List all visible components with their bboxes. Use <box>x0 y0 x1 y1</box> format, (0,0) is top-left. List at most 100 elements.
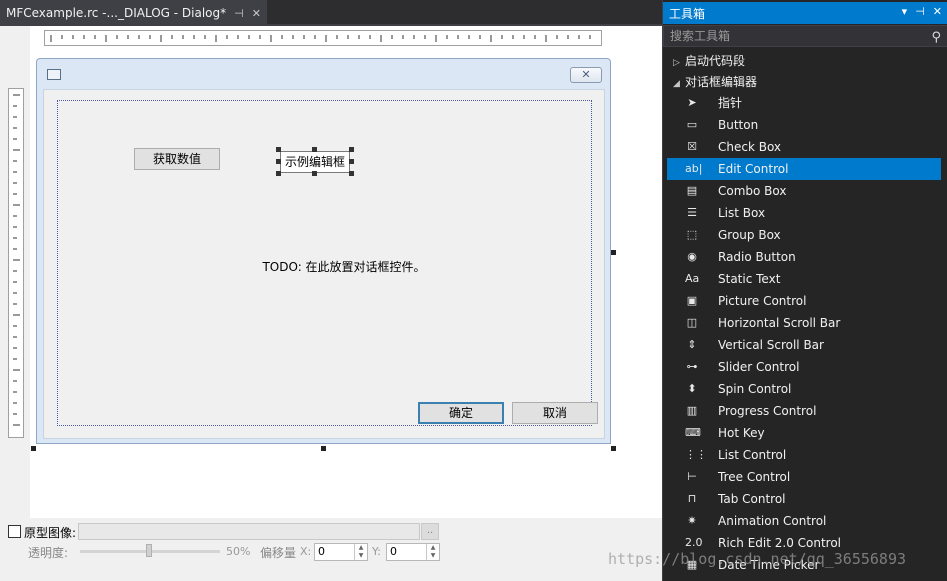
dialog-close-button[interactable]: ✕ <box>570 67 602 83</box>
close-icon[interactable]: ✕ <box>252 7 261 20</box>
ok-button[interactable]: 确定 <box>418 402 504 424</box>
toolbox-item-label: Horizontal Scroll Bar <box>718 316 841 330</box>
pointer-icon: ➤ <box>687 96 697 109</box>
resize-handle[interactable] <box>276 147 281 152</box>
toolbox-item-label: Vertical Scroll Bar <box>718 338 824 352</box>
edit-control-icon: ab| <box>685 162 703 175</box>
button-icon: ▭ <box>686 118 698 131</box>
toolbox-item-label: Picture Control <box>718 294 807 308</box>
toolbox-item[interactable]: ➤ 指针 <box>667 92 941 114</box>
toolbox-item[interactable]: ⬚ Group Box <box>667 224 941 246</box>
toolbox-item[interactable]: ◫ Horizontal Scroll Bar <box>667 312 941 334</box>
sample-edit-control[interactable]: 示例编辑框 <box>280 151 350 173</box>
toolbox-item[interactable]: ▣ Picture Control <box>667 290 941 312</box>
resize-handle[interactable] <box>276 171 281 176</box>
opacity-label: 透明度: <box>28 546 69 560</box>
prototype-image-panel: 原型图像: .. 透明度: 50% 偏移量 X: 0 ▲ ▼ Y: 0 ▲ ▼ <box>0 518 662 581</box>
x-offset-value: 0 <box>318 545 325 558</box>
dialog-resize-handle[interactable] <box>611 446 616 451</box>
toolbox-item-label: Slider Control <box>718 360 800 374</box>
toolbox-item[interactable]: ⊓ Tab Control <box>667 488 941 510</box>
toolbox-item-label: List Box <box>718 206 766 220</box>
toolbox-item[interactable]: ⬍ Spin Control <box>667 378 941 400</box>
get-value-button[interactable]: 获取数值 <box>134 148 220 170</box>
picture-control-icon: ▣ <box>686 294 698 307</box>
dialog-resize-handle[interactable] <box>321 446 326 451</box>
y-offset-spinner[interactable]: ▲ ▼ <box>426 544 439 560</box>
group-label: 启动代码段 <box>685 54 746 68</box>
cancel-button[interactable]: 取消 <box>512 402 598 424</box>
document-tab[interactable]: MFCexample.rc -..._DIALOG - Dialog* ⊣ ✕ <box>0 0 267 24</box>
rich-edit-icon: 2.0 <box>685 536 703 549</box>
group-box-icon: ⬚ <box>686 228 698 241</box>
toolbox-item[interactable]: ab| Edit Control <box>667 158 941 180</box>
group-dialog-editor[interactable]: ◢ 对话框编辑器 <box>663 71 947 93</box>
toolbox-item-label: Tree Control <box>718 470 791 484</box>
spin-icon: ⬍ <box>687 382 697 395</box>
progress-icon: ▥ <box>686 404 698 417</box>
y-offset-value: 0 <box>390 545 397 558</box>
toolbox-item-label: List Control <box>718 448 787 462</box>
resize-handle[interactable] <box>312 171 317 176</box>
combo-box-icon: ▤ <box>686 184 698 197</box>
toolbox-item[interactable]: ▭ Button <box>667 114 941 136</box>
hscroll-icon: ◫ <box>686 316 698 329</box>
toolbox-item-label: Animation Control <box>718 514 827 528</box>
browse-button[interactable]: .. <box>421 523 439 540</box>
toolbox-item[interactable]: Aa Static Text <box>667 268 941 290</box>
tree-control-icon: ⊢ <box>687 470 697 483</box>
search-icon[interactable]: ⚲ <box>931 28 941 48</box>
pin-icon[interactable]: ⊣ <box>915 5 925 18</box>
toolbox-panel: 工具箱 ▾ ⊣ ✕ 搜索工具箱 ⚲ ▷ 启动代码段 ◢ 对话框编辑器 ➤ 指针 ▭ But… <box>662 0 947 581</box>
toolbox-item-label: Button <box>718 118 759 132</box>
list-control-icon: ⋮⋮ <box>685 448 707 461</box>
toolbox-item-label: Edit Control <box>718 162 789 176</box>
dialog-titlebar: ✕ <box>37 59 610 87</box>
opacity-slider-thumb[interactable] <box>146 544 152 557</box>
watermark: https://blog.csdn.net/qq_36556893 <box>608 550 907 568</box>
toolbox-item[interactable]: ⊢ Tree Control <box>667 466 941 488</box>
toolbox-item[interactable]: ⊶ Slider Control <box>667 356 941 378</box>
toolbox-item[interactable]: ⌨ Hot Key <box>667 422 941 444</box>
toolbox-search-input[interactable]: 搜索工具箱 ⚲ <box>663 25 947 47</box>
toolbox-item[interactable]: ⇕ Vertical Scroll Bar <box>667 334 941 356</box>
dialog-resize-handle[interactable] <box>611 250 616 255</box>
vertical-ruler[interactable] <box>8 88 24 438</box>
dropdown-icon[interactable]: ▾ <box>902 5 908 18</box>
y-offset-label: Y: <box>372 545 381 558</box>
x-offset-label: X: <box>300 545 312 558</box>
prototype-image-path-field[interactable] <box>78 523 420 540</box>
pin-icon[interactable]: ⊣ <box>234 7 244 20</box>
x-offset-spinner[interactable]: ▲ ▼ <box>354 544 367 560</box>
todo-static-text[interactable]: TODO: 在此放置对话框控件。 <box>194 258 494 275</box>
group-startup-snippets[interactable]: ▷ 启动代码段 <box>663 50 947 72</box>
dialog-resize-handle[interactable] <box>31 446 36 451</box>
toolbox-item[interactable]: ✷ Animation Control <box>667 510 941 532</box>
dialog-window[interactable]: ✕ 获取数值 示例编辑框 TODO: 在此放置对话框控件。 确定 取消 <box>36 58 611 444</box>
vertical-ruler-ticks <box>13 94 20 426</box>
toolbox-item[interactable]: ▥ Progress Control <box>667 400 941 422</box>
close-icon[interactable]: ✕ <box>933 5 942 18</box>
slider-icon: ⊶ <box>686 360 698 373</box>
toolbox-item[interactable]: ☰ List Box <box>667 202 941 224</box>
resize-handle[interactable] <box>276 159 281 164</box>
resize-handle[interactable] <box>349 171 354 176</box>
x-offset-input[interactable]: 0 ▲ ▼ <box>314 543 368 561</box>
horizontal-ruler[interactable] <box>44 30 602 46</box>
toolbox-item-label: Check Box <box>718 140 782 154</box>
toolbox-item[interactable]: ◉ Radio Button <box>667 246 941 268</box>
resize-handle[interactable] <box>349 159 354 164</box>
radio-button-icon: ◉ <box>687 250 697 263</box>
toolbox-item-label: Spin Control <box>718 382 792 396</box>
prototype-image-checkbox[interactable] <box>8 525 21 538</box>
dialog-editor-surface: ✕ 获取数值 示例编辑框 TODO: 在此放置对话框控件。 确定 取消 <box>0 26 662 581</box>
toolbox-item[interactable]: ⋮⋮ List Control <box>667 444 941 466</box>
toolbox-search-placeholder: 搜索工具箱 <box>670 29 731 43</box>
resize-handle[interactable] <box>349 147 354 152</box>
toolbox-item-label: Combo Box <box>718 184 787 198</box>
resize-handle[interactable] <box>312 147 317 152</box>
toolbox-item[interactable]: ▤ Combo Box <box>667 180 941 202</box>
toolbox-item[interactable]: ☒ Check Box <box>667 136 941 158</box>
toolbox-title: 工具箱 <box>669 6 706 21</box>
y-offset-input[interactable]: 0 ▲ ▼ <box>386 543 440 561</box>
